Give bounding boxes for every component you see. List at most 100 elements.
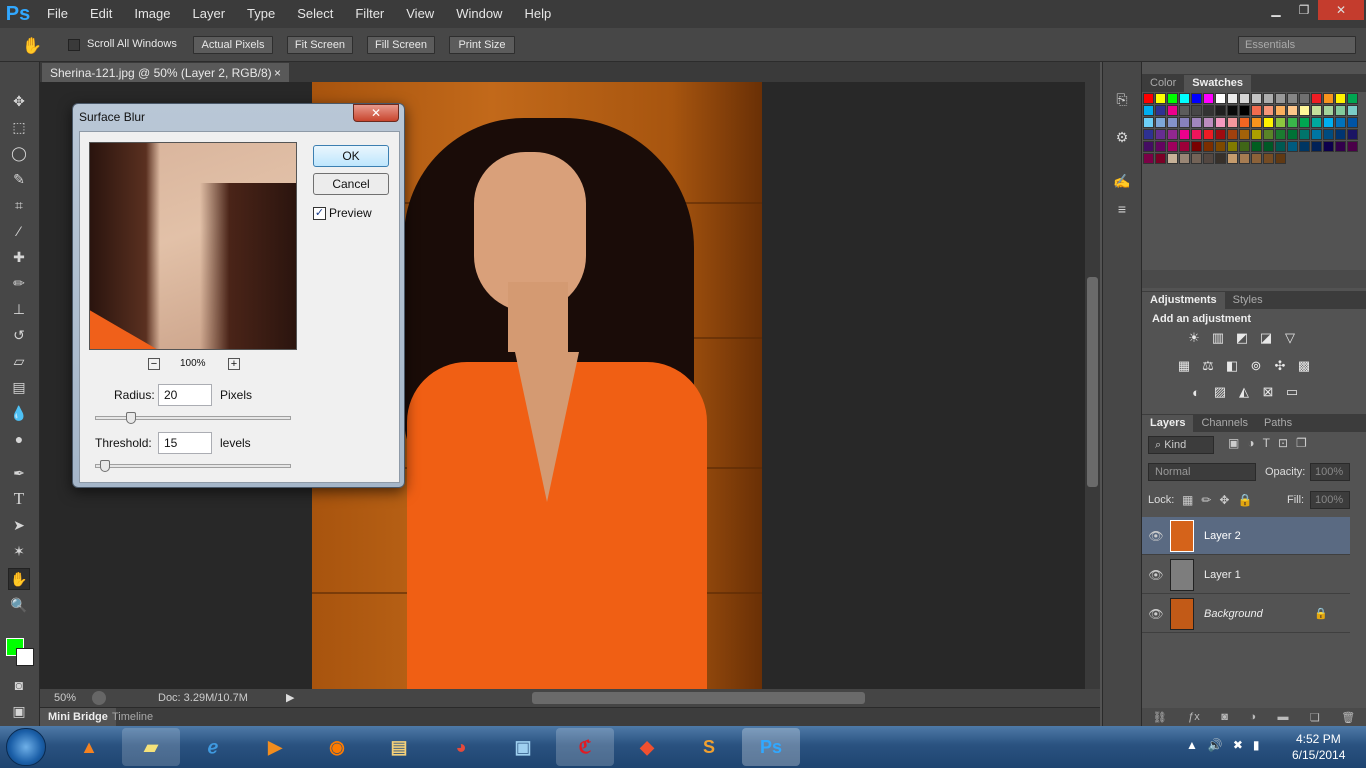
color-swatch[interactable] [1335,105,1346,116]
color-swatch[interactable] [1155,153,1166,164]
workspace-dropdown[interactable]: Essentials [1238,36,1356,54]
restore-button[interactable]: ❐ [1290,0,1318,20]
color-swatch[interactable] [1143,129,1154,140]
lasso-tool-icon[interactable]: ◯ [8,142,30,164]
layer-row-layer-1[interactable]: 👁 Layer 1 [1142,556,1350,594]
tab-styles[interactable]: Styles [1225,292,1271,309]
color-swatch[interactable] [1215,153,1226,164]
color-swatch[interactable] [1239,129,1250,140]
lock-transparency-icon[interactable]: ▦ [1182,493,1193,507]
power-icon[interactable]: ▮ [1253,738,1260,752]
color-swatch[interactable] [1347,117,1358,128]
radius-input[interactable]: 20 [158,384,212,406]
color-swatch[interactable] [1347,105,1358,116]
dodge-tool-icon[interactable]: ● [8,428,30,450]
hue-saturation-icon[interactable]: ▦ [1174,358,1194,374]
menu-image[interactable]: Image [123,0,181,28]
channel-mixer-icon[interactable]: ✣ [1270,358,1290,374]
new-group-icon[interactable]: ▬ [1277,711,1288,723]
tab-swatches[interactable]: Swatches [1184,75,1252,92]
tab-channels[interactable]: Channels [1193,415,1255,432]
levels-icon[interactable]: ▥ [1208,330,1228,346]
cancel-button[interactable]: Cancel [313,173,389,195]
link-layers-icon[interactable]: ⛓ [1153,711,1167,724]
dialog-close-button[interactable]: ✕ [353,104,399,122]
color-swatch[interactable] [1191,153,1202,164]
color-swatch[interactable] [1347,141,1358,152]
color-swatch[interactable] [1143,117,1154,128]
color-swatch[interactable] [1311,93,1322,104]
color-swatch[interactable] [1227,117,1238,128]
visibility-eye-icon[interactable]: 👁 [1142,568,1170,582]
color-swatch[interactable] [1311,105,1322,116]
color-swatch[interactable] [1227,93,1238,104]
selective-color-icon[interactable]: ⊠ [1258,384,1278,400]
color-swatch[interactable] [1179,153,1190,164]
blend-mode-dropdown[interactable]: Normal [1148,463,1256,481]
sublime-taskbar-icon[interactable]: S [680,728,738,766]
color-swatch[interactable] [1227,105,1238,116]
volume-icon[interactable]: 🔊 [1208,738,1223,752]
invert-icon[interactable]: ◐ [1186,384,1206,400]
color-swatch[interactable] [1263,93,1274,104]
color-swatch[interactable] [1179,141,1190,152]
color-swatch[interactable] [1203,153,1214,164]
color-swatch[interactable] [1215,129,1226,140]
clock-date[interactable]: 6/15/2014 [1292,748,1345,762]
color-swatch[interactable] [1287,141,1298,152]
explorer-taskbar-icon[interactable]: ▤ [370,728,428,766]
color-swatch[interactable] [1155,117,1166,128]
color-swatch[interactable] [1323,105,1334,116]
color-swatch[interactable] [1215,105,1226,116]
ie-taskbar-icon[interactable]: ℯ [184,728,242,766]
color-swatch[interactable] [1167,153,1178,164]
menu-layer[interactable]: Layer [182,0,237,28]
kind-filter-dropdown[interactable]: ⌕ Kind [1148,436,1214,454]
color-swatch[interactable] [1167,141,1178,152]
shape-filter-icon[interactable]: ⊡ [1278,436,1288,450]
document-tab[interactable]: Sherina-121.jpg @ 50% (Layer 2, RGB/8) *… [42,63,289,94]
smart-object-filter-icon[interactable]: ❐ [1296,436,1307,450]
visibility-eye-icon[interactable]: 👁 [1142,607,1170,621]
color-swatch[interactable] [1335,93,1346,104]
color-swatch[interactable] [1263,129,1274,140]
color-swatch[interactable] [1179,129,1190,140]
tab-color[interactable]: Color [1142,75,1184,92]
path-select-icon[interactable]: ➤ [8,514,30,536]
vlc-taskbar-icon[interactable]: ▲ [60,728,118,766]
color-swatch[interactable] [1155,141,1166,152]
vibrance-icon[interactable]: ▽ [1280,330,1300,346]
color-swatch[interactable] [1287,93,1298,104]
photo-viewer-taskbar-icon[interactable]: ▣ [494,728,552,766]
color-swatch[interactable] [1275,105,1286,116]
gradient-tool-icon[interactable]: ▤ [8,376,30,398]
color-swatch[interactable] [1299,105,1310,116]
properties-panel-icon[interactable]: ⚙ [1111,126,1133,148]
layer-name[interactable]: Background [1204,608,1314,620]
color-swatch[interactable] [1251,141,1262,152]
zoom-readout[interactable]: 50% [54,692,76,704]
clock-time[interactable]: 4:52 PM [1296,732,1341,746]
layer-row-background[interactable]: 👁 Background 🔒 [1142,595,1350,633]
move-tool-icon[interactable]: ✥ [8,90,30,112]
color-swatch[interactable] [1203,141,1214,152]
color-swatch[interactable] [1179,93,1190,104]
color-swatch[interactable] [1239,141,1250,152]
color-swatch[interactable] [1263,117,1274,128]
color-swatch[interactable] [1275,141,1286,152]
threshold-input[interactable]: 15 [158,432,212,454]
color-swatch[interactable] [1263,153,1274,164]
swatch-grid[interactable] [1142,93,1366,165]
color-swatch[interactable] [1215,93,1226,104]
type-filter-icon[interactable]: T [1263,436,1270,450]
color-swatch[interactable] [1215,117,1226,128]
start-button[interactable] [6,728,46,766]
opacity-field[interactable]: 100% [1310,463,1350,481]
radius-slider-track[interactable] [95,416,291,420]
color-swatch[interactable] [1263,141,1274,152]
menu-help[interactable]: Help [513,0,562,28]
visibility-eye-icon[interactable]: 👁 [1142,529,1170,543]
color-swatch[interactable] [1143,105,1154,116]
threshold-slider-track[interactable] [95,464,291,468]
color-swatch[interactable] [1167,129,1178,140]
